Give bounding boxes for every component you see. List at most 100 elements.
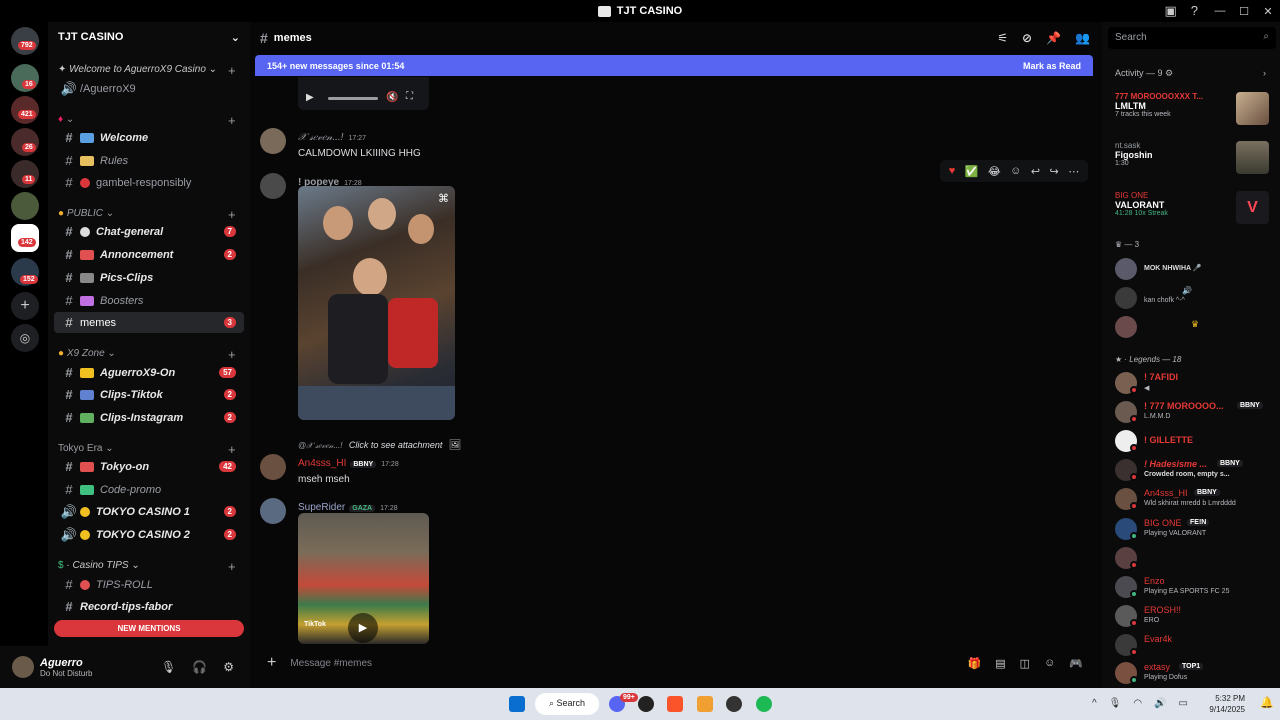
member-item[interactable] bbox=[1115, 545, 1275, 571]
add-channel-icon[interactable]: + bbox=[228, 559, 236, 574]
new-messages-bar[interactable]: 154+ new messages since 01:54 Mark as Re… bbox=[255, 55, 1093, 76]
category-tokyo-era[interactable]: Tokyo Era ⌄ + bbox=[58, 442, 236, 457]
member-item[interactable]: ! 7AFIDI ◀ bbox=[1115, 370, 1275, 396]
spotify-icon[interactable] bbox=[756, 696, 772, 712]
forward-icon[interactable]: ↪ bbox=[1050, 165, 1059, 178]
member-item[interactable]: Enzo Playing EA SPORTS FC 25 bbox=[1115, 574, 1275, 600]
member-item[interactable]: Evar4k bbox=[1115, 632, 1275, 658]
minimize-button[interactable]: — bbox=[1208, 5, 1232, 17]
play-icon[interactable]: ▶ bbox=[306, 92, 314, 103]
channel-pics-clips[interactable]: # Pics-Clips bbox=[54, 267, 244, 288]
server-header[interactable]: TJT CASINO ⌄ bbox=[48, 22, 250, 52]
volume-icon[interactable]: 🔊 bbox=[1154, 698, 1166, 709]
activities-icon[interactable]: 🎮 bbox=[1069, 657, 1083, 670]
channel-tips-roll[interactable]: # TIPS-ROLL bbox=[54, 574, 244, 595]
new-mentions-button[interactable]: NEW MENTIONS bbox=[54, 620, 244, 637]
activity-card[interactable]: 777 MOROOOOXXX T... LMLTM 7 tracks this … bbox=[1115, 92, 1203, 118]
channel-memes[interactable]: # memes 3 bbox=[54, 312, 244, 333]
channel-clips-instagram[interactable]: # Clips-Instagram 2 bbox=[54, 407, 244, 428]
emoji-picker-icon[interactable]: ☺ bbox=[1044, 657, 1055, 670]
add-channel-icon[interactable]: + bbox=[228, 113, 236, 128]
avatar[interactable] bbox=[260, 173, 286, 199]
notification-bell-icon[interactable]: 🔔 bbox=[1260, 696, 1274, 709]
add-server-icon[interactable]: + bbox=[11, 292, 39, 320]
channel-aguerrox9-on[interactable]: # AguerroX9-On 57 bbox=[54, 362, 244, 383]
channel-tokyo-casino-2[interactable]: 🔊 TOKYO CASINO 22 bbox=[54, 524, 244, 545]
message-author[interactable]: An4sss_HI bbox=[298, 458, 346, 469]
server-icon[interactable] bbox=[11, 192, 39, 220]
fullscreen-icon[interactable]: ⛶ bbox=[406, 91, 413, 102]
app-icon[interactable] bbox=[697, 696, 713, 712]
image-attachment[interactable]: ⌘ bbox=[298, 186, 455, 420]
chevron-right-icon[interactable]: › bbox=[1263, 68, 1266, 78]
avatar[interactable] bbox=[260, 498, 286, 524]
brave-browser-icon[interactable] bbox=[667, 696, 683, 712]
channel-tokyo-casino-1[interactable]: 🔊 TOKYO CASINO 12 bbox=[54, 501, 244, 522]
pin-icon[interactable]: 📌 bbox=[1046, 31, 1061, 45]
category-x9-zone[interactable]: ● X9 Zone ⌄ + bbox=[58, 347, 236, 362]
microphone-icon[interactable]: 🎙 bbox=[161, 660, 176, 674]
volume-icon[interactable]: 🔇 bbox=[386, 92, 398, 103]
play-icon[interactable]: ▶ bbox=[348, 613, 378, 643]
mute-bell-icon[interactable]: ⊘ bbox=[1022, 31, 1032, 45]
add-channel-icon[interactable]: + bbox=[228, 207, 236, 222]
settings-gear-icon[interactable]: ⚙ bbox=[223, 660, 234, 674]
wifi-icon[interactable]: ◠ bbox=[1133, 698, 1142, 709]
chevron-up-icon[interactable]: ^ bbox=[1092, 698, 1097, 709]
app-icon[interactable] bbox=[726, 696, 742, 712]
channel-voice-aguerrox9[interactable]: 🔊/AguerroX9 bbox=[54, 78, 244, 99]
more-options-icon[interactable]: ⋯ bbox=[1068, 165, 1079, 178]
search-input[interactable]: Search ⌕ bbox=[1108, 27, 1276, 49]
audio-player[interactable]: ▶ 🔇 ⛶ bbox=[298, 77, 429, 110]
channel-welcome[interactable]: # Welcome bbox=[54, 127, 244, 148]
add-channel-icon[interactable]: + bbox=[228, 442, 236, 457]
add-reaction-icon[interactable]: ☺ bbox=[1010, 165, 1021, 177]
microphone-icon[interactable]: 🎙 bbox=[1109, 698, 1122, 709]
video-attachment[interactable]: ▶ TikTok bbox=[298, 513, 429, 644]
channel-chat-general[interactable]: # Chat-general 7 bbox=[54, 221, 244, 242]
activity-header[interactable]: Activity — 9 ⚙ › bbox=[1115, 68, 1266, 79]
activity-card[interactable]: nt.sask Figoshin 1:30 bbox=[1115, 141, 1153, 167]
channel-gambel[interactable]: # gambel-responsibly bbox=[54, 172, 244, 193]
inbox-icon[interactable]: ▣ bbox=[1164, 3, 1176, 19]
threads-icon[interactable]: ⚟ bbox=[997, 31, 1008, 45]
help-icon[interactable]: ? bbox=[1191, 3, 1198, 19]
channel-tokyo-on[interactable]: # Tokyo-on 42 bbox=[54, 456, 244, 477]
member-item[interactable]: ! GILLETTE bbox=[1115, 428, 1275, 454]
app-icon[interactable] bbox=[638, 696, 654, 712]
reply-reference[interactable]: @𝒳 𝓈𝑒𝓋𝑒𝓃...! Click to see attachment 🖼 bbox=[298, 437, 461, 451]
add-channel-icon[interactable]: + bbox=[228, 63, 236, 78]
member-item[interactable]: ♛ bbox=[1115, 314, 1275, 340]
avatar[interactable] bbox=[260, 454, 286, 480]
member-item[interactable]: extasy TOP1 Playing Dofus bbox=[1115, 660, 1275, 686]
member-item[interactable]: EROSH!! ERO bbox=[1115, 603, 1275, 629]
gif-icon[interactable]: ⌘ bbox=[438, 192, 449, 205]
gif-icon[interactable]: ▤ bbox=[995, 657, 1005, 670]
avatar[interactable] bbox=[12, 656, 34, 678]
member-item[interactable]: BIG ONE FE!N Playing VALORANT bbox=[1115, 516, 1275, 542]
sticker-icon[interactable]: ◫ bbox=[1020, 657, 1030, 670]
add-channel-icon[interactable]: + bbox=[228, 347, 236, 362]
message-input[interactable]: Message #memes bbox=[290, 658, 372, 669]
member-item[interactable]: kan chofk ^-^ 🔊 bbox=[1115, 285, 1275, 311]
member-item[interactable]: MOK NHWIHA 🎤 bbox=[1115, 256, 1275, 282]
member-item[interactable]: ! 777 MOROOOO... BBNY L.M.M.D bbox=[1115, 399, 1275, 425]
add-attachment-icon[interactable]: + bbox=[267, 654, 276, 672]
channel-boosters[interactable]: # Boosters bbox=[54, 290, 244, 311]
category-public[interactable]: ● PUBLIC ⌄ + bbox=[58, 207, 236, 222]
close-button[interactable]: ✕ bbox=[1256, 5, 1280, 18]
channel-clips-tiktok[interactable]: # Clips-Tiktok 2 bbox=[54, 384, 244, 405]
category-pink[interactable]: ♦ ⌄ + bbox=[58, 113, 236, 128]
maximize-button[interactable]: ☐ bbox=[1232, 5, 1256, 18]
channel-rules[interactable]: # Rules bbox=[54, 150, 244, 171]
laugh-reaction-icon[interactable]: 😂 bbox=[988, 165, 1001, 178]
clock[interactable]: 5:32 PM 9/14/2025 bbox=[1209, 693, 1245, 715]
discover-icon[interactable]: ◎ bbox=[11, 324, 39, 352]
category-casino-tips[interactable]: $ · Casino TIPS ⌄ + bbox=[58, 559, 236, 574]
channel-code-promo[interactable]: # Code-promo bbox=[54, 479, 244, 500]
avatar[interactable] bbox=[260, 128, 286, 154]
heart-reaction-icon[interactable]: ♥ bbox=[949, 165, 956, 177]
member-item[interactable]: An4sss_HI BBNY Wld skhirat mredd b Lmrdddd bbox=[1115, 486, 1275, 512]
channel-annoncement[interactable]: # Annoncement 2 bbox=[54, 244, 244, 265]
member-list-icon[interactable]: 👥 bbox=[1075, 31, 1090, 45]
